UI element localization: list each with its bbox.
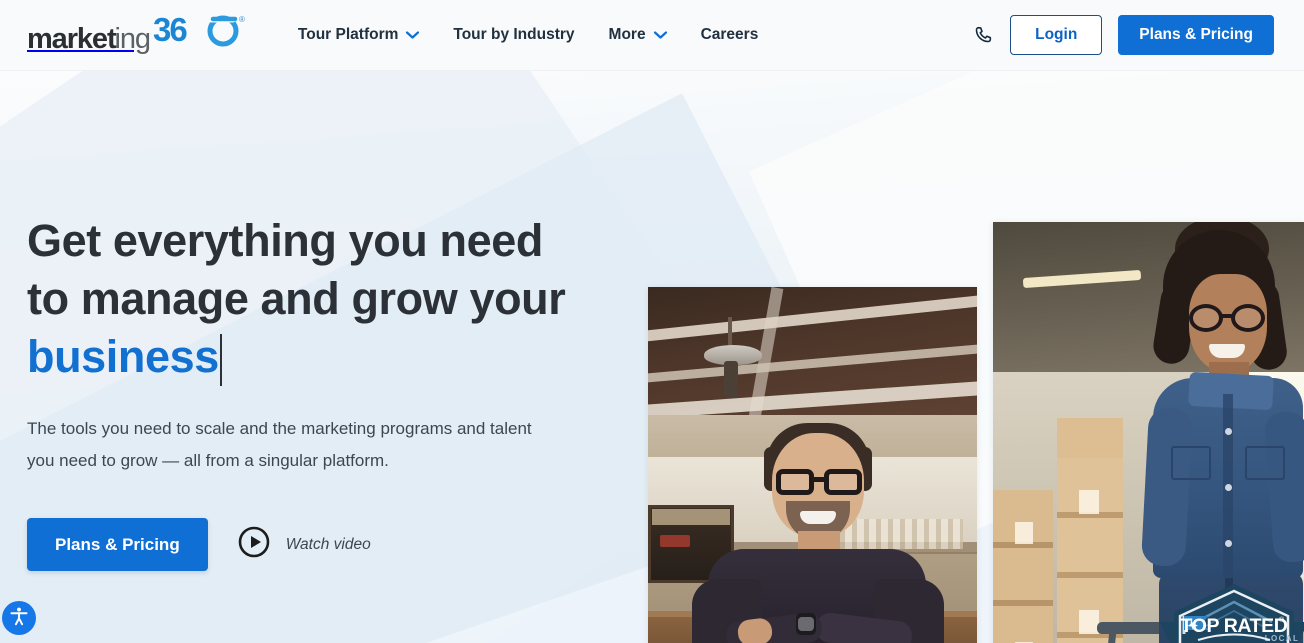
hero-cta-row: Plans & Pricing Watch video: [27, 518, 587, 571]
hero-section: Get everything you need to manage and gr…: [0, 71, 1304, 643]
photo-warehouse-owner: [993, 222, 1304, 643]
svg-text:36: 36: [153, 14, 187, 48]
primary-navigation: Tour Platform Tour by Industry More Care…: [281, 18, 775, 52]
hero-subcopy: The tools you need to scale and the mark…: [27, 419, 532, 470]
logo-registered-mark: ®: [239, 15, 245, 24]
play-circle-icon: [238, 526, 270, 563]
nav-label: Tour Platform: [297, 26, 399, 43]
nav-label: Tour by Industry: [453, 26, 575, 43]
nav-item-tour-platform[interactable]: Tour Platform: [281, 18, 436, 52]
headline-highlight-word: business: [27, 331, 219, 382]
hero-plans-pricing-button[interactable]: Plans & Pricing: [27, 518, 208, 571]
badge-sub-text: LOCAL: [1265, 634, 1300, 643]
header-actions: Login Plans & Pricing: [972, 15, 1274, 55]
chevron-down-icon: [653, 31, 667, 39]
header-plans-pricing-button[interactable]: Plans & Pricing: [1118, 15, 1274, 55]
nav-label: Careers: [700, 26, 759, 43]
photo-cafe-owner: [648, 287, 977, 643]
accessibility-widget-button[interactable]: [2, 601, 36, 635]
top-rated-local-badge: TOP RATED ® LOCAL Marketing Platform For…: [1160, 582, 1304, 643]
typewriter-caret: [219, 334, 222, 386]
accessibility-person-icon: [8, 605, 30, 632]
logo-marketing360[interactable]: market ing 36 ®: [27, 14, 245, 56]
chevron-down-icon: [406, 31, 420, 39]
hero-copy: Get everything you need to manage and gr…: [27, 212, 587, 571]
nav-label: More: [608, 26, 646, 43]
phone-icon[interactable]: [972, 24, 994, 46]
site-header: market ing 36 ® Tour Platform Tour by In…: [0, 0, 1304, 71]
logo-text-market: market: [27, 23, 117, 55]
nav-item-more[interactable]: More: [592, 18, 684, 52]
logo-360-mark: 36 ®: [153, 14, 245, 48]
logo-text-ing: ing: [114, 23, 152, 55]
watch-video-label: Watch video: [285, 535, 371, 553]
headline-text: Get everything you need to manage and gr…: [27, 215, 566, 324]
svg-text:®: ®: [1279, 616, 1285, 624]
page-title: Get everything you need to manage and gr…: [27, 212, 587, 386]
login-button[interactable]: Login: [1010, 15, 1103, 55]
nav-item-tour-by-industry[interactable]: Tour by Industry: [436, 18, 591, 52]
watch-video-link[interactable]: Watch video: [238, 526, 371, 563]
nav-item-careers[interactable]: Careers: [684, 18, 776, 52]
